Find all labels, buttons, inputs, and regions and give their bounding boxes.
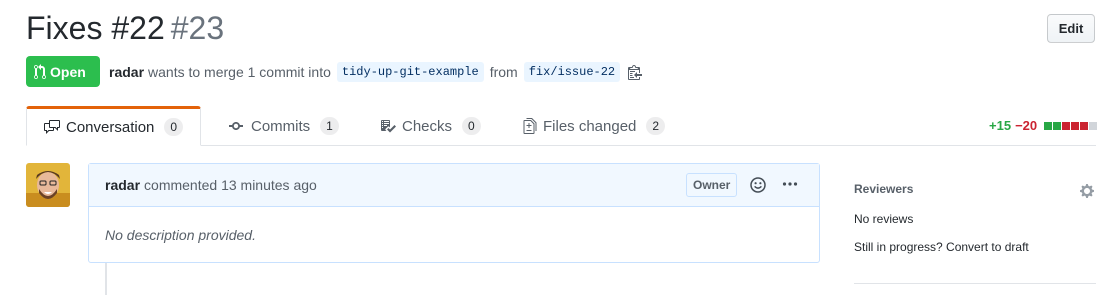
convert-to-draft-link[interactable]: Still in progress? Convert to draft <box>854 240 1029 254</box>
smiley-icon[interactable] <box>750 177 766 196</box>
file-diff-icon <box>523 118 537 134</box>
diffstat-block-neutral <box>1089 121 1098 130</box>
status-badge: Open <box>26 56 100 87</box>
timeline-line <box>105 262 107 295</box>
status-label: Open <box>50 63 86 80</box>
kebab-horizontal-icon[interactable] <box>782 176 798 195</box>
diffstat-additions: +15 <box>989 118 1012 133</box>
diffstat-block-del <box>1080 121 1089 130</box>
diffstat: +15 −20 <box>989 118 1098 133</box>
base-branch[interactable]: tidy-up-git-example <box>336 61 484 82</box>
tab-conversation[interactable]: Conversation 0 <box>26 106 202 146</box>
tab-counter: 1 <box>320 117 339 135</box>
diffstat-block-del <box>1071 121 1080 130</box>
head-branch[interactable]: fix/issue-22 <box>523 61 621 82</box>
comment-header: radar commented 13 minutes ago Owner <box>89 164 819 207</box>
edit-button[interactable]: Edit <box>1047 14 1095 43</box>
from-text: from <box>489 63 518 80</box>
diffstat-blocks <box>1044 121 1098 130</box>
comment-timestamp[interactable]: commented 13 minutes ago <box>144 177 317 193</box>
comment-discussion-icon <box>44 120 60 134</box>
tab-label: Checks <box>402 117 453 135</box>
comment-box: radar commented 13 minutes ago Owner No … <box>88 163 820 263</box>
checklist-icon <box>381 120 396 133</box>
gear-icon[interactable] <box>1079 183 1095 204</box>
tab-label: Files changed <box>543 117 637 135</box>
git-pull-request-icon <box>34 63 46 79</box>
pr-title: Fixes #22 <box>26 10 165 46</box>
page-title: Fixes #22 #23 <box>26 8 224 48</box>
comment-body: No description provided. <box>105 227 256 243</box>
merge-text: wants to merge 1 commit into <box>148 63 331 80</box>
tab-counter: 0 <box>164 118 184 136</box>
tab-label: Commits <box>251 117 311 135</box>
tab-label: Conversation <box>66 118 155 136</box>
tab-files-changed[interactable]: Files changed 2 <box>523 106 666 146</box>
diffstat-block-add <box>1053 121 1062 130</box>
pr-meta: radar wants to merge 1 commit into tidy-… <box>109 56 643 87</box>
reviewers-heading: Reviewers <box>854 182 914 196</box>
diffstat-deletions: −20 <box>1015 118 1038 133</box>
tab-commits[interactable]: Commits 1 <box>229 106 339 146</box>
tab-counter: 2 <box>646 117 666 135</box>
pr-number: #23 <box>170 10 225 46</box>
owner-badge: Owner <box>686 173 738 197</box>
avatar[interactable] <box>26 163 70 207</box>
tab-counter: 0 <box>462 117 481 135</box>
clippy-icon[interactable] <box>628 64 643 80</box>
author-link[interactable]: radar <box>109 64 144 80</box>
comment-author[interactable]: radar <box>105 177 140 193</box>
no-reviews-text: No reviews <box>854 212 914 226</box>
commit-icon <box>229 122 243 130</box>
sidebar-divider <box>854 283 1096 284</box>
diffstat-block-add <box>1044 121 1053 130</box>
tab-checks[interactable]: Checks 0 <box>380 106 481 146</box>
diffstat-block-del <box>1062 121 1071 130</box>
